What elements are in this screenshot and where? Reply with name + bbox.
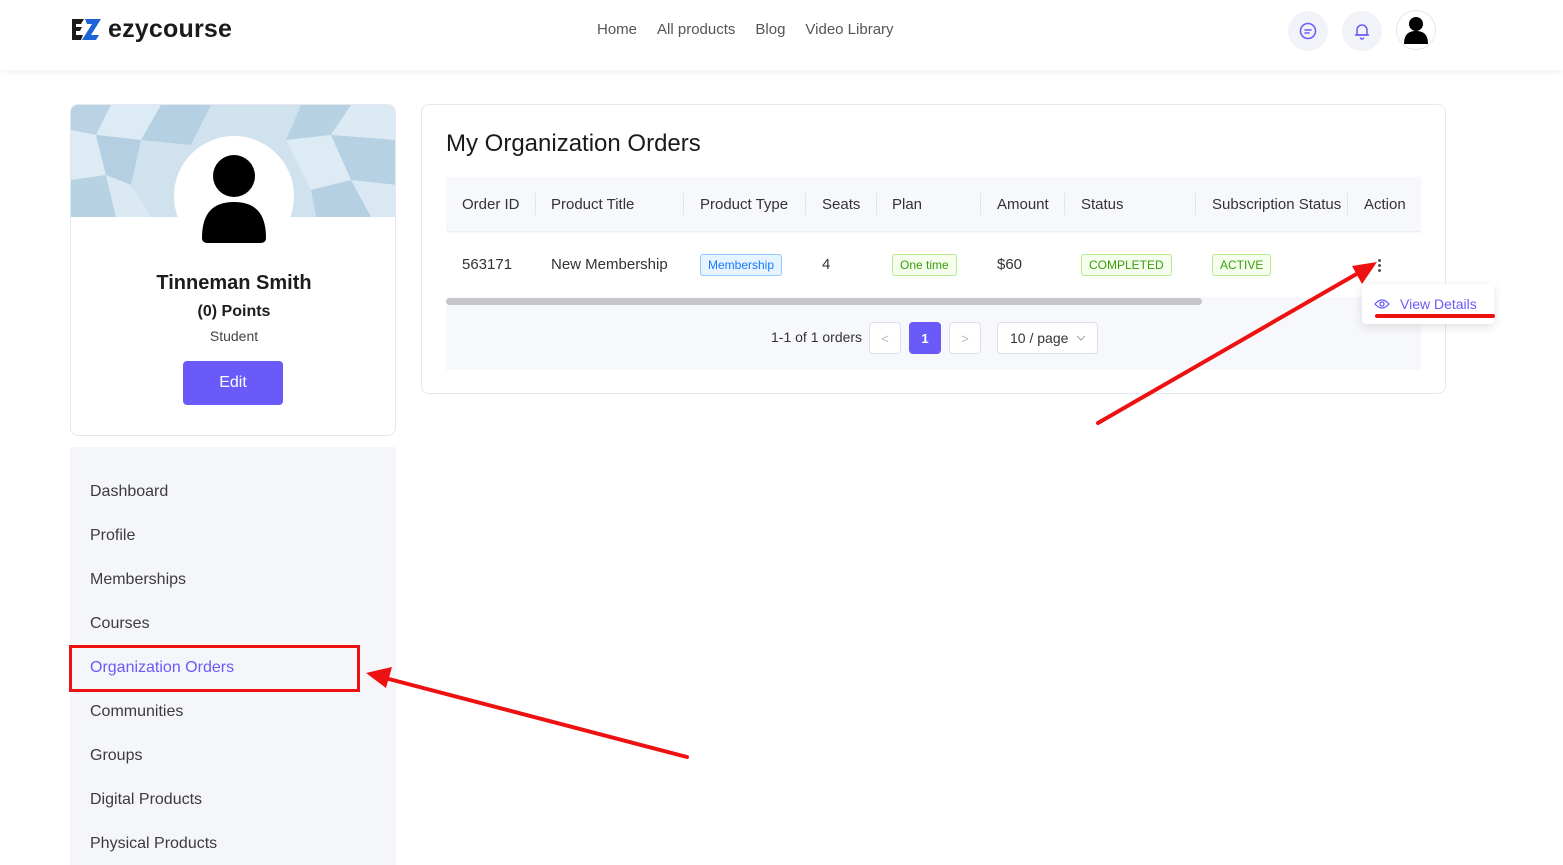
col-status: Status: [1081, 196, 1124, 213]
profile-card: Tinneman Smith (0) Points Student Edit: [70, 104, 396, 436]
main-nav: Home All products Blog Video Library: [597, 20, 894, 40]
cell-order-id: 563171: [462, 256, 513, 273]
profile-points: (0) Points: [197, 303, 271, 320]
pagination-info: 1-1 of 1 orders: [771, 329, 863, 345]
user-avatar-icon: [1404, 17, 1428, 44]
col-plan: Plan: [892, 196, 923, 213]
more-vertical-icon: [1377, 258, 1381, 262]
chevron-down-icon: [1076, 335, 1086, 341]
sidebar-item-memberships[interactable]: Memberships: [90, 570, 186, 590]
table-header: Order ID Product Title Product Type Seat…: [446, 177, 1421, 232]
plan-badge: One time: [892, 254, 957, 276]
page-size-select[interactable]: 10 / page: [997, 322, 1098, 354]
sidebar-item-physical-products[interactable]: Physical Products: [90, 834, 217, 854]
row-actions-button[interactable]: [1373, 255, 1385, 275]
sidebar-item-dashboard[interactable]: Dashboard: [90, 482, 168, 502]
profile-name: Tinneman Smith: [156, 272, 312, 294]
col-divider: [683, 193, 684, 215]
table-row[interactable]: 563171 New Membership Membership 4 One t…: [446, 233, 1421, 297]
ez-logo-icon: [72, 18, 101, 40]
profile-role: Student: [209, 328, 259, 344]
col-divider: [805, 193, 806, 215]
eye-icon: [1374, 299, 1390, 309]
annotation-underline: [1375, 314, 1495, 318]
nav-video-library[interactable]: Video Library: [805, 20, 893, 40]
next-page-button[interactable]: >: [949, 322, 981, 354]
col-divider: [1195, 193, 1196, 215]
profile-avatar: [174, 136, 294, 256]
row-actions-dropdown: View Details: [1362, 284, 1494, 324]
nav-blog[interactable]: Blog: [755, 20, 785, 40]
page-title: My Organization Orders: [446, 130, 701, 157]
sidebar-item-communities[interactable]: Communities: [90, 702, 183, 722]
nav-all-products[interactable]: All products: [657, 20, 735, 40]
edit-profile-button[interactable]: Edit: [183, 361, 283, 405]
chat-icon: [1299, 22, 1317, 40]
logo[interactable]: ezycourse: [70, 15, 232, 44]
col-divider: [1347, 193, 1348, 215]
col-product-type: Product Type: [700, 196, 789, 213]
horizontal-scrollbar[interactable]: [446, 298, 1202, 305]
status-badge: COMPLETED: [1081, 254, 1172, 276]
col-product-title: Product Title: [551, 196, 635, 213]
sidebar-item-digital-products[interactable]: Digital Products: [90, 790, 202, 810]
sidebar-item-profile[interactable]: Profile: [90, 526, 135, 546]
col-order-id: Order ID: [462, 196, 520, 213]
more-vertical-icon: [1377, 268, 1381, 272]
col-divider: [1064, 193, 1065, 215]
col-seats: Seats: [822, 196, 861, 213]
organization-orders-card: My Organization Orders Order ID Product …: [421, 104, 1446, 394]
subscription-status-badge: ACTIVE: [1212, 254, 1272, 276]
col-divider: [876, 193, 877, 215]
sidebar-item-groups[interactable]: Groups: [90, 746, 142, 766]
prev-page-button[interactable]: <: [869, 322, 901, 354]
col-subscription-status: Subscription Status: [1212, 196, 1342, 213]
cell-seats: 4: [822, 256, 831, 273]
page-1-button[interactable]: 1: [909, 322, 941, 354]
page-size-value: 10 / page: [1010, 330, 1069, 346]
user-avatar-icon: [202, 155, 266, 243]
col-amount: Amount: [997, 196, 1049, 213]
chat-button[interactable]: [1288, 11, 1328, 51]
cell-amount: $60: [997, 256, 1023, 273]
notifications-button[interactable]: [1342, 11, 1382, 51]
bell-icon: [1354, 24, 1370, 40]
annotation-highlight-box: [69, 645, 360, 692]
col-divider: [535, 193, 536, 215]
top-header: ezycourse Home All products Blog Video L…: [0, 0, 1563, 70]
logo-text: ezycourse: [108, 15, 233, 43]
more-vertical-icon: [1377, 263, 1381, 267]
col-divider: [980, 193, 981, 215]
view-details-menu-item[interactable]: View Details: [1400, 296, 1477, 312]
cell-product-title: New Membership: [551, 256, 668, 273]
nav-home[interactable]: Home: [597, 20, 637, 40]
col-action: Action: [1364, 196, 1406, 213]
user-menu-avatar[interactable]: [1396, 10, 1436, 50]
product-type-badge: Membership: [700, 254, 783, 276]
orders-table: Order ID Product Title Product Type Seat…: [446, 177, 1421, 370]
sidebar-item-courses[interactable]: Courses: [90, 614, 150, 634]
